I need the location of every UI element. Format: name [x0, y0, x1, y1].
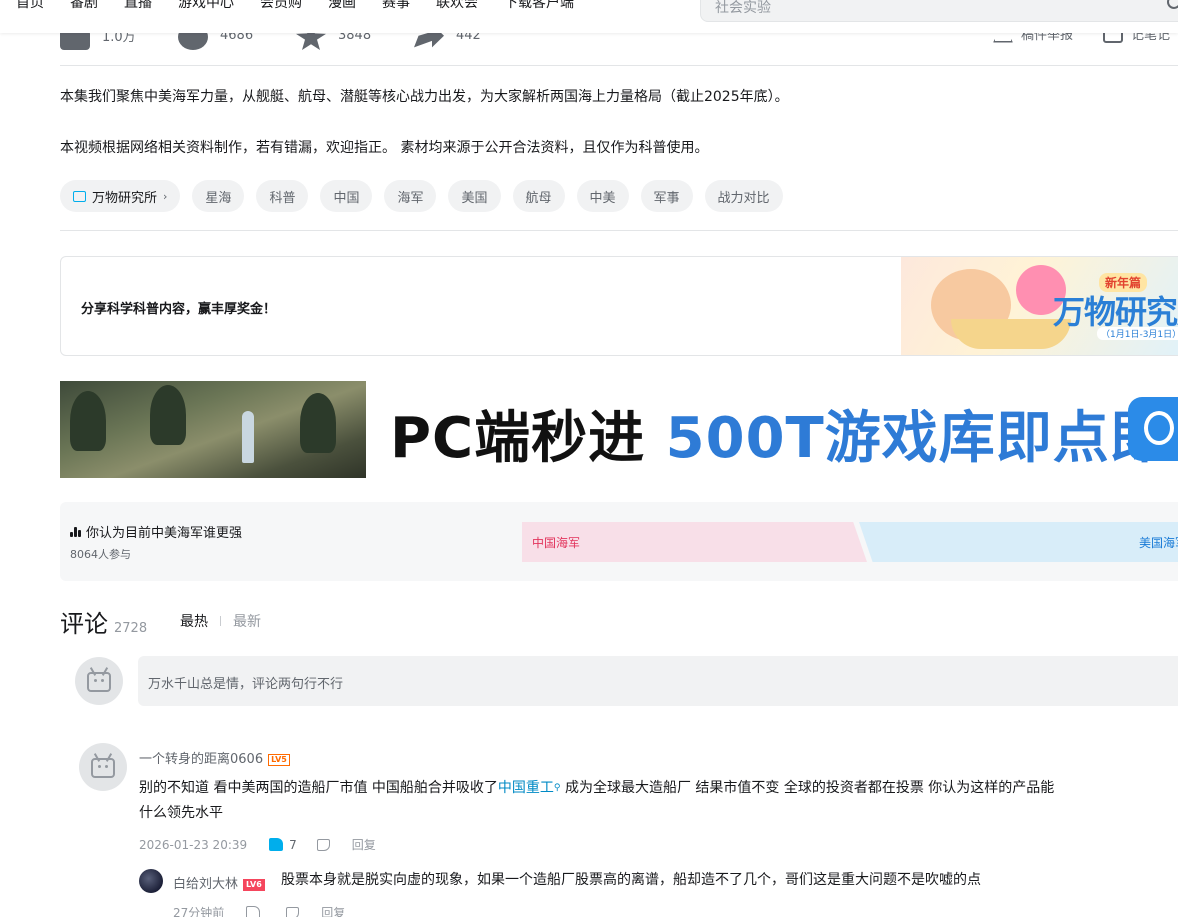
tree-shape — [70, 391, 106, 451]
vote-participants: 8064人参与 — [70, 548, 131, 561]
tag-item[interactable]: 星海 — [192, 180, 245, 212]
nav-items: 首页 番剧 直播 游戏中心 会员购 漫画 赛事 联欢会 下载客户端 — [16, 0, 600, 12]
comment-meta: 2026-01-23 20:39 7 回复 — [139, 836, 376, 853]
nav-item-home[interactable]: 首页 — [16, 0, 44, 12]
sort-separator — [220, 616, 221, 626]
vote-option-label: 美国海军 — [1139, 536, 1178, 550]
ad-game-scene — [60, 381, 366, 478]
tag-list: 万物研究所 › 星海 科普 中国 海军 美国 航母 中美 军事 战力对比 — [60, 180, 783, 212]
reply-username[interactable]: 白给刘大林 LV6 — [173, 873, 265, 892]
vote-option-label: 中国海军 — [532, 536, 581, 550]
activity-banner[interactable]: 分享科学科普内容，赢丰厚奖金！ 新年篇 万物研究所 （1月1日-3月1日） — [60, 256, 1178, 356]
tag-item[interactable]: 海军 — [384, 180, 437, 212]
nav-item-manga[interactable]: 漫画 — [328, 0, 356, 12]
tag-item[interactable]: 美国 — [448, 180, 501, 212]
search-icon[interactable] — [1167, 0, 1178, 9]
tag-channel[interactable]: 万物研究所 › — [60, 180, 181, 212]
tree-shape — [150, 385, 186, 445]
tag-item[interactable]: 航母 — [512, 180, 565, 212]
reply-meta: 27分钟前 回复 — [173, 904, 345, 917]
tree-shape — [300, 393, 336, 453]
comment-username[interactable]: 一个转身的距离0606 LV5 — [139, 748, 290, 767]
ad-headline: PC端秒进 500T游戏库即点即玩! — [390, 393, 1178, 474]
comments-count: 2728 — [114, 621, 148, 636]
tag-item[interactable]: 战力对比 — [704, 180, 783, 212]
search-small-icon: ⚲ — [553, 783, 561, 793]
ad-headline-black: PC端秒进 — [390, 406, 646, 471]
comment-like-count: 7 — [289, 837, 297, 852]
thumb-up-icon[interactable] — [246, 906, 261, 917]
art-date: （1月1日-3月1日） — [1097, 327, 1178, 340]
toolbar-divider — [60, 65, 1178, 66]
comments-title: 评论 — [60, 610, 108, 638]
activity-banner-art: 新年篇 万物研究所 （1月1日-3月1日） — [901, 257, 1178, 355]
comments-header: 评论 2728 — [60, 604, 147, 639]
character-figure — [242, 411, 254, 463]
keyword-link[interactable]: 中国重工 — [498, 780, 554, 796]
activity-banner-text: 分享科学科普内容，赢丰厚奖金！ — [81, 302, 277, 317]
vote-question-text: 你认为目前中美海军谁更强 — [86, 526, 243, 541]
reply-time: 27分钟前 — [173, 906, 225, 917]
level-badge: LV5 — [268, 753, 290, 766]
comment-input[interactable]: 万水千山总是情，评论两句行不行 — [138, 656, 1178, 706]
tag-item[interactable]: 军事 — [640, 180, 693, 212]
vote-card: 你认为目前中美海军谁更强 8064人参与 中国海军 美国海军 — [60, 502, 1178, 581]
my-avatar[interactable] — [75, 657, 123, 705]
comment-text: 别的不知道 看中美两国的造船厂市值 中国船舶合并吸收了中国重工⚲ 成为全球最大造… — [139, 776, 1054, 801]
tv-icon — [73, 190, 86, 202]
nav-item-game-center[interactable]: 游戏中心 — [178, 0, 234, 12]
nav-item-esports[interactable]: 赛事 — [382, 0, 410, 12]
tag-label: 万物研究所 — [92, 190, 158, 206]
username-text: 白给刘大林 — [173, 877, 239, 892]
tag-item[interactable]: 中美 — [576, 180, 629, 212]
nav-item-download-client[interactable]: 下载客户端 — [504, 0, 574, 12]
comment-text-part: 别的不知道 看中美两国的造船厂市值 中国船舶合并吸收了 — [139, 780, 498, 796]
tags-divider — [60, 230, 1178, 231]
video-description-line-2: 本视频根据网络相关资料制作，若有错漏，欢迎指正。 素材均来源于公开合法资料，且仅… — [60, 140, 709, 156]
username-text: 一个转身的距离0606 — [139, 752, 264, 767]
logo-ring — [1144, 411, 1174, 445]
sort-hot-button[interactable]: 最热 — [180, 611, 208, 631]
game-ad-banner[interactable]: PC端秒进 500T游戏库即点即玩! — [60, 381, 1178, 478]
vote-option-china[interactable]: 中国海军 — [522, 522, 867, 562]
search-box[interactable]: 社会实验 — [700, 0, 1178, 22]
nav-item-mall[interactable]: 会员购 — [260, 0, 302, 12]
avatar[interactable] — [79, 743, 127, 791]
thumb-down-icon[interactable] — [286, 906, 300, 917]
search-input[interactable]: 社会实验 — [715, 0, 771, 17]
tag-item[interactable]: 中国 — [320, 180, 373, 212]
vote-option-usa[interactable]: 美国海军 — [859, 522, 1178, 562]
video-description-line-1: 本集我们聚焦中美海军力量，从舰艇、航母、潜艇等核心战力出发，为大家解析两国海上力… — [60, 89, 789, 105]
comment-sort: 最热 最新 — [180, 611, 261, 631]
chevron-right-icon: › — [163, 189, 168, 203]
ad-headline-blue: 500T游戏库即点即玩! — [665, 406, 1178, 471]
tag-item[interactable]: 科普 — [256, 180, 309, 212]
reply-text: 股票本身就是脱实向虚的现象，如果一个造船厂股票高的离谱，船却造不了几个，哥们这是… — [281, 872, 981, 888]
thumb-down-icon[interactable] — [316, 838, 330, 851]
vote-question: 你认为目前中美海军谁更强 — [70, 522, 242, 541]
nav-item-gala[interactable]: 联欢会 — [436, 0, 478, 12]
comment-time: 2026-01-23 20:39 — [139, 837, 248, 852]
comment-text-line-2: 什么领先水平 — [139, 805, 223, 821]
sort-new-button[interactable]: 最新 — [233, 611, 261, 631]
level-badge: LV6 — [243, 878, 265, 891]
thumb-up-icon[interactable] — [269, 838, 284, 851]
comment-input-placeholder: 万水千山总是情，评论两句行不行 — [148, 677, 344, 692]
reply-button[interactable]: 回复 — [321, 904, 345, 917]
reply-button[interactable]: 回复 — [352, 836, 376, 853]
cloud-game-logo-icon — [1128, 397, 1178, 461]
top-navbar: 首页 番剧 直播 游戏中心 会员购 漫画 赛事 联欢会 下载客户端 社会实验 — [0, 0, 1178, 33]
nav-item-live[interactable]: 直播 — [124, 0, 152, 12]
comment-text-part: 成为全球最大造船厂 结果市值不变 全球的投资者都在投票 你认为这样的产品能 — [560, 780, 1055, 796]
nav-item-anime[interactable]: 番剧 — [70, 0, 98, 12]
bar-chart-icon — [70, 526, 83, 537]
avatar[interactable] — [139, 869, 163, 893]
